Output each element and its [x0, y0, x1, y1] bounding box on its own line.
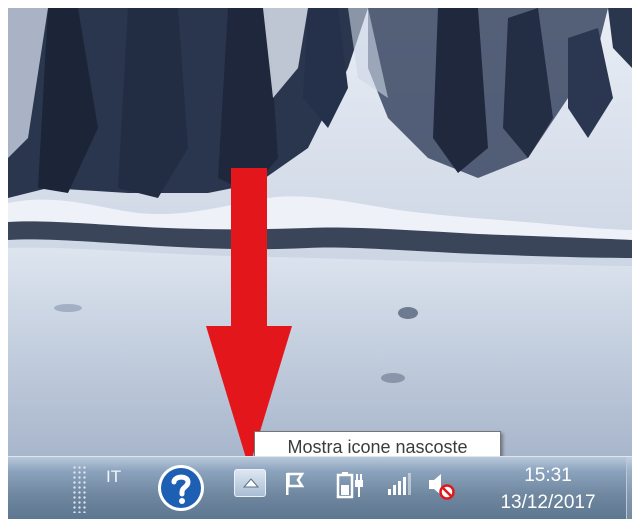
help-icon[interactable] [156, 463, 206, 513]
speaker-muted-icon[interactable] [426, 471, 456, 501]
clock-time: 15:31 [524, 465, 572, 486]
show-desktop-button[interactable] [626, 457, 632, 519]
chevron-up-icon [243, 478, 259, 488]
snowy-forest-wallpaper [8, 8, 632, 456]
flag-icon[interactable] [284, 471, 306, 497]
desktop: Mostra icone nascoste IT 15:31 13/12/201… [8, 8, 632, 519]
language-indicator[interactable]: IT [106, 465, 130, 489]
taskbar: IT 15:31 13/12/2017 [8, 456, 632, 519]
network-signal-icon[interactable] [386, 471, 412, 497]
tooltip-text: Mostra icone nascoste [287, 437, 468, 457]
taskbar-grip[interactable] [72, 465, 88, 513]
language-label: IT [106, 467, 122, 486]
battery-charging-icon[interactable] [336, 471, 364, 499]
clock[interactable]: 15:31 13/12/2017 [480, 461, 616, 517]
show-hidden-icons-button[interactable] [234, 469, 266, 497]
clock-date: 13/12/2017 [500, 492, 596, 513]
